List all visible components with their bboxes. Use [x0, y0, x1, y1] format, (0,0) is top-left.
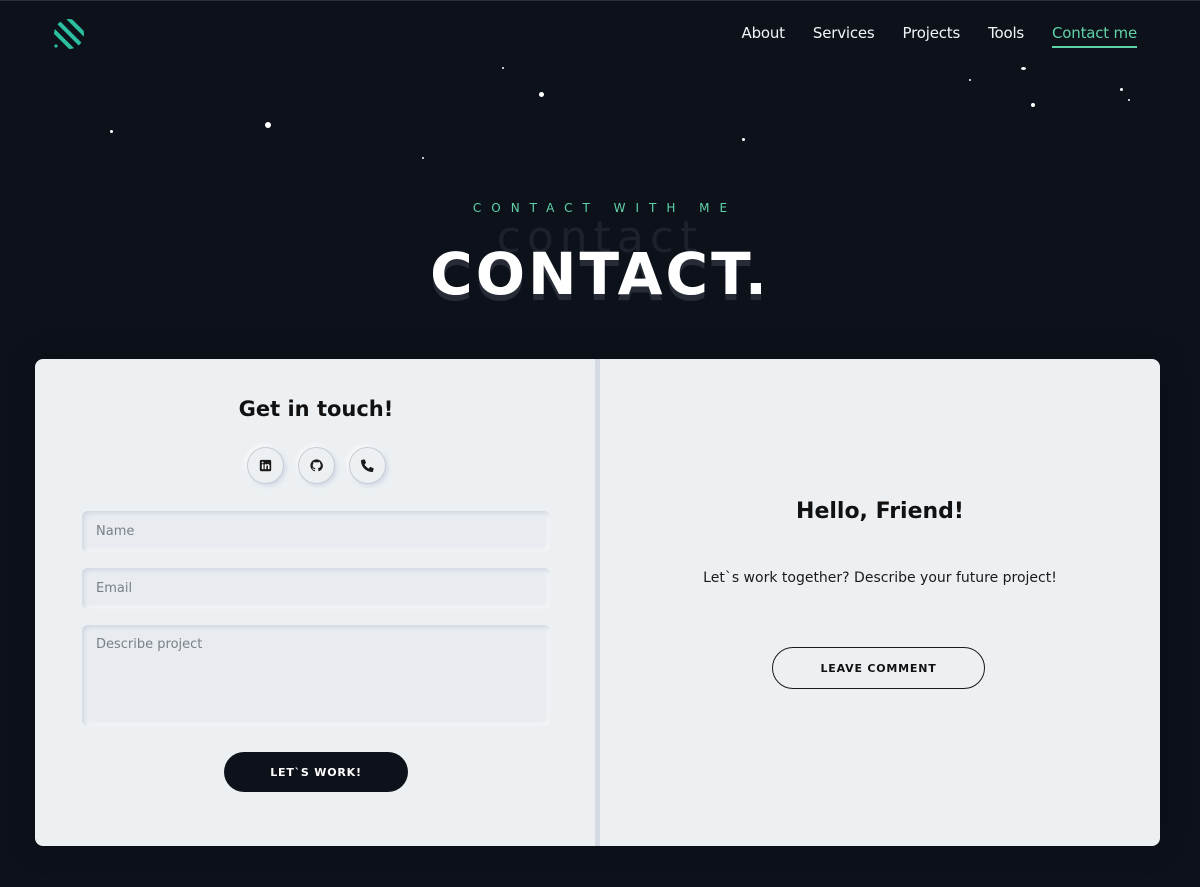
github-icon — [310, 459, 323, 472]
page-title: CONTACT. — [430, 240, 770, 308]
form-heading: Get in touch! — [238, 397, 394, 421]
hello-heading: Hello, Friend! — [796, 499, 964, 524]
star — [110, 130, 113, 133]
site-logo-icon[interactable] — [52, 17, 86, 51]
email-field[interactable] — [82, 568, 550, 609]
nav-tools[interactable]: Tools — [988, 24, 1024, 48]
submit-button[interactable]: LET`S WORK! — [224, 752, 408, 792]
phone-icon — [361, 459, 374, 472]
nav-projects[interactable]: Projects — [903, 24, 961, 48]
star — [539, 92, 544, 97]
nav-about[interactable]: About — [742, 24, 786, 48]
star — [1031, 103, 1035, 107]
star — [265, 122, 271, 128]
phone-button[interactable] — [349, 447, 386, 484]
social-links — [247, 447, 386, 484]
nav-contact[interactable]: Contact me — [1052, 24, 1137, 48]
github-button[interactable] — [298, 447, 335, 484]
star — [742, 138, 745, 141]
main-nav: About Services Projects Tools Contact me — [742, 24, 1137, 48]
leave-comment-button[interactable]: LEAVE COMMENT — [772, 647, 985, 689]
top-border — [0, 0, 1200, 1]
star — [422, 157, 424, 159]
name-field[interactable] — [82, 511, 550, 552]
star — [1128, 99, 1130, 101]
star — [1021, 67, 1026, 70]
nav-services[interactable]: Services — [813, 24, 875, 48]
linkedin-button[interactable] — [247, 447, 284, 484]
hello-panel: Hello, Friend! Let`s work together? Desc… — [600, 359, 1160, 846]
contact-card: Get in touch! Name Email Describe projec… — [35, 359, 1160, 846]
contact-form-panel: Get in touch! Name Email Describe projec… — [35, 359, 595, 846]
star — [969, 79, 971, 81]
star — [502, 67, 504, 69]
hello-text: Let`s work together? Describe your futur… — [703, 570, 1057, 586]
star — [1120, 88, 1123, 91]
project-description-field[interactable] — [82, 625, 550, 726]
linkedin-icon — [259, 459, 272, 472]
